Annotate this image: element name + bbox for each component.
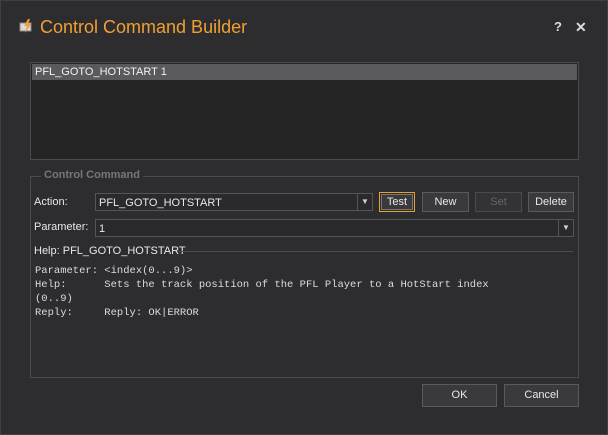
dialog-window: Control Command Builder ? ✕ PFL_GOTO_HOT… <box>0 0 608 435</box>
help-icon[interactable]: ? <box>554 19 562 34</box>
delete-button[interactable]: Delete <box>528 192 574 212</box>
ok-button[interactable]: OK <box>422 384 497 407</box>
action-combobox[interactable]: PFL_GOTO_HOTSTART ▼ <box>95 193 373 211</box>
command-listbox[interactable]: PFL_GOTO_HOTSTART 1 <box>30 62 579 160</box>
parameter-value: 1 <box>99 223 106 235</box>
help-line-range: (0..9) <box>35 293 73 305</box>
list-item[interactable]: PFL_GOTO_HOTSTART 1 <box>32 64 577 80</box>
chevron-down-icon[interactable]: ▼ <box>558 220 573 236</box>
title-bar: Control Command Builder ? ✕ <box>1 1 607 53</box>
close-icon[interactable]: ✕ <box>575 19 587 36</box>
help-title: Help: PFL_GOTO_HOTSTART <box>34 245 186 257</box>
test-button[interactable]: Test <box>379 192 415 212</box>
new-button[interactable]: New <box>422 192 469 212</box>
action-value: PFL_GOTO_HOTSTART <box>99 197 222 209</box>
parameter-combobox[interactable]: 1 ▼ <box>95 219 574 237</box>
cancel-button[interactable]: Cancel <box>504 384 579 407</box>
app-lightning-icon <box>19 19 35 35</box>
set-button[interactable]: Set <box>475 192 522 212</box>
parameter-label: Parameter: <box>34 221 89 233</box>
help-divider <box>177 251 573 252</box>
chevron-down-icon[interactable]: ▼ <box>357 194 372 210</box>
group-title: Control Command <box>41 169 143 181</box>
help-line-reply: Reply: Reply: OK|ERROR <box>35 307 199 319</box>
action-label: Action: <box>34 196 68 208</box>
help-line-help: Help: Sets the track position of the PFL… <box>35 279 489 291</box>
window-title: Control Command Builder <box>40 17 248 37</box>
help-line-parameter: Parameter: <index(0...9)> <box>35 265 193 277</box>
